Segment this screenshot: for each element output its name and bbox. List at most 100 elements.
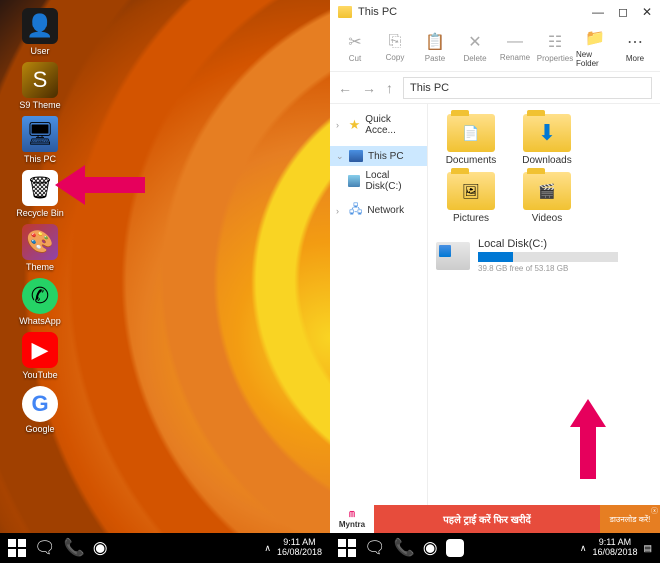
annotation-arrow-right — [568, 399, 608, 479]
minimize-button[interactable]: — — [592, 5, 604, 19]
phone-icon[interactable]: 📞 — [394, 538, 415, 558]
drive-name: Local Disk(C:) — [478, 238, 626, 250]
window-controls: — ◻ ✕ — [592, 5, 652, 19]
thispc-icon: 🖥 — [22, 116, 58, 152]
star-icon: ★ — [349, 117, 361, 133]
rename-icon: — — [507, 33, 523, 51]
youtube-icon: ▶ — [22, 332, 58, 368]
forward-button[interactable]: → — [362, 80, 376, 96]
desktop-icon-user[interactable]: 👤 User — [10, 8, 70, 56]
cut-icon: ✂ — [348, 32, 361, 52]
ad-text-cta: डाउनलोड करें!ⓧ — [600, 505, 660, 533]
properties-button[interactable]: ☷Properties — [536, 32, 574, 63]
desktop-left: 👤User SS9 Theme 🖥This PC 🗑Recycle Bin 🎨T… — [0, 0, 330, 563]
drive-free-text: 39.8 GB free of 53.18 GB — [478, 264, 626, 273]
chevron-right-icon: › — [336, 206, 344, 216]
sidebar: ›★Quick Acce... ⌄This PC Local Disk(C:) … — [330, 104, 428, 563]
taskbar-apps: 🗨 📞 ◉ — [8, 538, 108, 558]
nav-arrows: ← → ↑ — [338, 80, 393, 96]
taskbar-right: 🗨 📞 ◉ ∧ 9:11 AM16/08/2018 ▤ — [330, 533, 660, 563]
icon-label: WhatsApp — [19, 316, 61, 326]
ad-logo: ᗰMyntra — [330, 510, 374, 529]
icon-label: This PC — [24, 154, 56, 164]
chrome-icon[interactable]: ◉ — [93, 538, 108, 558]
newfolder-icon: 📁 — [585, 28, 605, 48]
copy-button[interactable]: ⎘Copy — [376, 33, 414, 62]
ad-banner[interactable]: ᗰMyntra पहले ट्राई करें फिर खरीदें डाउनल… — [330, 505, 660, 533]
taskbar-clock[interactable]: 9:11 AM16/08/2018 — [592, 538, 637, 558]
desktop-icon-whatsapp[interactable]: ✆ WhatsApp — [10, 278, 70, 326]
desktop-icons-column: 👤User SS9 Theme 🖥This PC 🗑Recycle Bin 🎨T… — [0, 0, 70, 434]
disk-icon — [348, 175, 360, 187]
address-bar[interactable]: This PC — [403, 77, 652, 99]
newfolder-button[interactable]: 📁New Folder — [576, 28, 614, 68]
chevron-right-icon: › — [336, 120, 344, 130]
ad-text-main: पहले ट्राई करें फिर खरीदें — [374, 505, 600, 533]
delete-button[interactable]: ✕Delete — [456, 32, 494, 63]
taskbar-clock[interactable]: 9:11 AM16/08/2018 — [277, 538, 322, 558]
theme-icon: 🎨 — [22, 224, 58, 260]
notifications-icon[interactable]: ▤ — [643, 543, 652, 554]
taskbar-tray: ∧ 9:11 AM16/08/2018 ▤ — [580, 538, 652, 558]
titlebar: This PC — ◻ ✕ — [330, 0, 660, 24]
desktop-icon-google[interactable]: G Google — [10, 386, 70, 434]
sidebar-item-thispc[interactable]: ⌄This PC — [330, 146, 427, 166]
drive-info: Local Disk(C:) 39.8 GB free of 53.18 GB — [478, 238, 626, 273]
desktop-icon-theme[interactable]: 🎨 Theme — [10, 224, 70, 272]
icon-label: S9 Theme — [19, 100, 60, 110]
drive-localdisk[interactable]: Local Disk(C:) 39.8 GB free of 53.18 GB — [436, 238, 626, 273]
start-button[interactable] — [338, 539, 356, 557]
delete-icon: ✕ — [468, 32, 481, 52]
up-button[interactable]: ↑ — [386, 80, 393, 96]
sidebar-item-network[interactable]: ›🖧Network — [330, 196, 427, 225]
sidebar-item-quickaccess[interactable]: ›★Quick Acce... — [330, 110, 427, 140]
folder-downloads[interactable]: ⬇Downloads — [512, 114, 582, 166]
folder-documents[interactable]: 📄Documents — [436, 114, 506, 166]
file-explorer: This PC — ◻ ✕ ✂Cut ⎘Copy 📋Paste ✕Delete … — [330, 0, 660, 563]
taskbar-apps: 🗨 📞 ◉ — [338, 538, 464, 558]
whatsapp-icon: ✆ — [22, 278, 58, 314]
chevron-up-icon[interactable]: ∧ — [264, 543, 271, 554]
icon-label: User — [30, 46, 49, 56]
explorer-body: ›★Quick Acce... ⌄This PC Local Disk(C:) … — [330, 104, 660, 563]
drive-usage-bar — [478, 252, 618, 262]
messages-icon[interactable]: 🗨 — [34, 538, 56, 558]
network-icon: 🖧 — [349, 200, 362, 221]
taskbar-left: 🗨 📞 ◉ ∧ 9:11 AM16/08/2018 — [0, 533, 330, 563]
ad-close-icon[interactable]: ⓧ — [651, 506, 658, 516]
downloads-icon: ⬇ — [523, 114, 571, 152]
start-button[interactable] — [8, 539, 26, 557]
desktop-icon-thispc[interactable]: 🖥 This PC — [10, 116, 70, 164]
paste-button[interactable]: 📋Paste — [416, 32, 454, 63]
sidebar-item-localdisk[interactable]: Local Disk(C:) — [330, 166, 427, 196]
toolbar: ✂Cut ⎘Copy 📋Paste ✕Delete —Rename ☷Prope… — [330, 24, 660, 72]
copy-icon: ⎘ — [389, 33, 402, 51]
documents-icon: 📄 — [447, 114, 495, 152]
folder-pictures[interactable]: 🖼Pictures — [436, 172, 506, 224]
messages-icon[interactable]: 🗨 — [364, 538, 386, 558]
chrome-icon[interactable]: ◉ — [423, 538, 438, 558]
window-title: This PC — [358, 6, 397, 18]
back-button[interactable]: ← — [338, 80, 352, 96]
drive-usage-fill — [478, 252, 513, 262]
user-icon: 👤 — [22, 8, 58, 44]
rename-button[interactable]: —Rename — [496, 33, 534, 62]
desktop-icon-youtube[interactable]: ▶YouTube — [10, 332, 70, 380]
folder-videos[interactable]: 🎬Videos — [512, 172, 582, 224]
icon-label: Google — [25, 424, 54, 434]
app-icon[interactable] — [446, 539, 464, 557]
annotation-arrow-left — [55, 160, 145, 210]
more-button[interactable]: ⋯More — [616, 32, 654, 63]
phone-icon[interactable]: 📞 — [64, 538, 85, 558]
maximize-button[interactable]: ◻ — [618, 5, 628, 19]
recyclebin-icon: 🗑 — [22, 170, 58, 206]
chevron-up-icon[interactable]: ∧ — [580, 543, 587, 554]
folder-icon — [338, 6, 352, 18]
icon-label: Theme — [26, 262, 54, 272]
close-button[interactable]: ✕ — [642, 5, 652, 19]
desktop-icon-s9theme[interactable]: SS9 Theme — [10, 62, 70, 110]
properties-icon: ☷ — [548, 32, 562, 52]
cut-button[interactable]: ✂Cut — [336, 32, 374, 63]
google-icon: G — [22, 386, 58, 422]
chevron-down-icon: ⌄ — [336, 151, 344, 162]
